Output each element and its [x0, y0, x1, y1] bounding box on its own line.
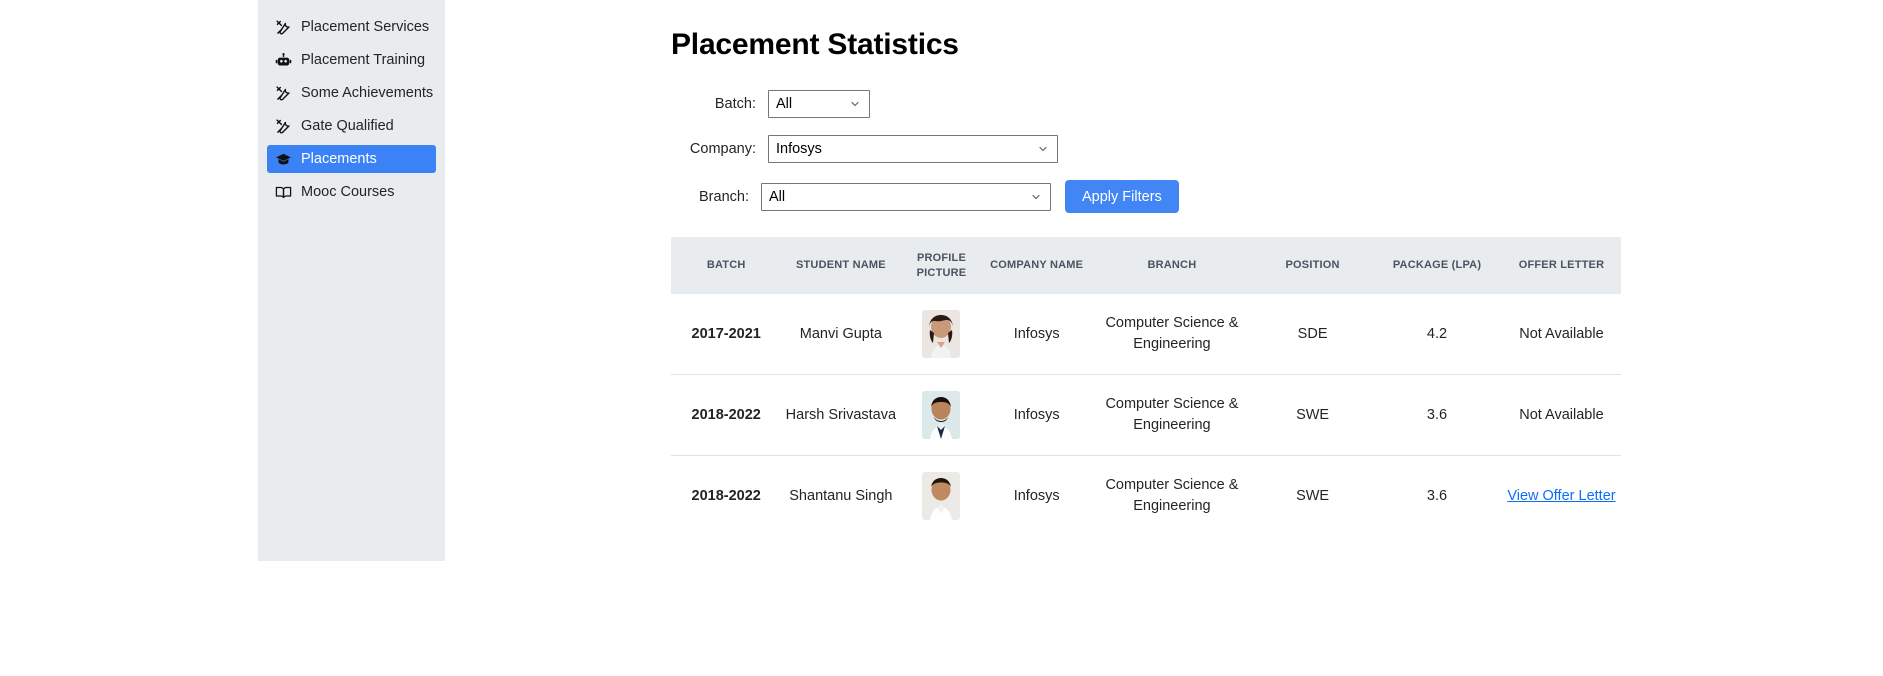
robot-icon: [275, 52, 292, 69]
chevron-down-icon: [1030, 191, 1042, 203]
placements-table: BATCH STUDENT NAME PROFILE PICTURE COMPA…: [671, 237, 1621, 536]
table-header: BATCH STUDENT NAME PROFILE PICTURE COMPA…: [671, 237, 1621, 295]
filter-row-batch: Batch: All: [671, 90, 1883, 118]
book-icon: [275, 184, 292, 201]
sidebar-item-placements[interactable]: Placements: [267, 145, 436, 173]
header-student-name: STUDENT NAME: [781, 237, 901, 295]
filter-panel: Batch: All Company: Infosys Branch: All …: [671, 90, 1883, 213]
cell-package: 3.6: [1426, 487, 1448, 504]
cell-company-name: Infosys: [1013, 487, 1060, 504]
header-offer-letter: OFFER LETTER: [1501, 237, 1621, 295]
table-body: 2017-2021 Manvi Gupta Infosys Computer S…: [671, 294, 1621, 536]
branch-select-value: All: [769, 188, 786, 205]
header-branch: BRANCH: [1090, 237, 1254, 295]
cell-profile-picture: [900, 456, 982, 537]
page-title: Placement Statistics: [671, 28, 959, 61]
cell-package: 4.2: [1372, 294, 1502, 376]
cell-student-name: Shantanu Singh: [789, 487, 893, 504]
cell-offer-letter: Not Available: [1501, 374, 1621, 457]
sidebar-item-mooc-courses[interactable]: Mooc Courses: [267, 178, 436, 206]
sidebar-item-label: Some Achievements: [301, 84, 434, 101]
header-package: PACKAGE (LPA): [1372, 237, 1502, 295]
chevron-down-icon: [849, 98, 861, 110]
sidebar-item-placement-training[interactable]: Placement Training: [267, 46, 436, 74]
sidebar-item-some-achievements[interactable]: Some Achievements: [267, 79, 436, 107]
placements-table-wrap: BATCH STUDENT NAME PROFILE PICTURE COMPA…: [671, 237, 1621, 536]
sidebar-item-label: Placement Training: [301, 51, 426, 68]
filter-row-company: Company: Infosys: [671, 135, 1883, 163]
batch-select[interactable]: All: [768, 90, 870, 118]
cell-package: 3.6: [1372, 374, 1502, 457]
sidebar: Placement Services Placement Training So…: [258, 0, 445, 561]
branch-label: Branch:: [699, 188, 749, 205]
sidebar-item-label: Gate Qualified: [301, 117, 394, 134]
tools-icon: [275, 19, 292, 36]
table-row: 2017-2021 Manvi Gupta Infosys Computer S…: [671, 294, 1621, 376]
header-batch: BATCH: [671, 237, 782, 295]
cell-company-name: Infosys: [982, 294, 1091, 376]
cell-company-name: Infosys: [982, 374, 1091, 457]
cell-offer-letter: Not Available: [1501, 294, 1621, 376]
avatar: [922, 310, 961, 359]
company-select[interactable]: Infosys: [768, 135, 1058, 163]
sidebar-item-placement-services[interactable]: Placement Services: [267, 13, 436, 41]
cell-batch: 2018-2022: [671, 374, 782, 457]
filter-row-branch: Branch: All Apply Filters: [671, 180, 1883, 213]
cell-branch: Computer Science & Engineering: [1090, 294, 1254, 376]
left-gutter: [0, 0, 258, 676]
cell-student-name: Harsh Srivastava: [781, 374, 901, 457]
app-window: Placement Services Placement Training So…: [0, 0, 1883, 676]
cell-position: SWE: [1253, 374, 1373, 457]
chevron-down-icon: [1037, 143, 1049, 155]
table-row: 2018-2022 Harsh Srivastava Infosys Compu…: [671, 374, 1621, 457]
avatar: [922, 391, 961, 440]
cell-batch: 2018-2022: [691, 487, 761, 504]
batch-label: Batch:: [714, 96, 756, 112]
sidebar-item-label: Placements: [301, 150, 377, 167]
cell-offer-letter: View Offer Letter: [1502, 456, 1621, 537]
sidebar-item-label: Placement Services: [301, 18, 430, 35]
avatar: [922, 472, 961, 521]
header-profile-picture: PROFILE PICTURE: [900, 237, 983, 295]
branch-select[interactable]: All: [761, 182, 1051, 211]
table-row: 2018-2022 Shantanu Singh Infosys Compute…: [671, 456, 1621, 537]
tools-icon: [275, 85, 292, 102]
tools-icon: [275, 118, 292, 135]
cell-position: SWE: [1296, 487, 1330, 504]
main-content: Placement Statistics Batch: All Company:…: [445, 0, 1883, 676]
cell-student-name: Manvi Gupta: [781, 294, 901, 376]
sidebar-item-label: Mooc Courses: [301, 183, 395, 200]
apply-filters-button[interactable]: Apply Filters: [1065, 180, 1179, 213]
cell-batch: 2017-2021: [671, 294, 782, 376]
cell-profile-picture: [900, 294, 983, 376]
company-label: Company:: [689, 141, 756, 157]
sidebar-item-gate-qualified[interactable]: Gate Qualified: [267, 112, 436, 140]
view-offer-letter-link[interactable]: View Offer Letter: [1507, 488, 1615, 504]
graduation-cap-icon: [275, 151, 292, 168]
cell-position: SDE: [1253, 294, 1373, 376]
batch-select-value: All: [776, 96, 793, 112]
cell-profile-picture: [900, 374, 983, 457]
header-company-name: COMPANY NAME: [982, 237, 1091, 295]
header-position: POSITION: [1253, 237, 1373, 295]
cell-branch: Computer Science & Engineering: [1105, 477, 1239, 515]
company-select-value: Infosys: [776, 141, 822, 157]
table-header-row: BATCH STUDENT NAME PROFILE PICTURE COMPA…: [671, 237, 1621, 295]
cell-branch: Computer Science & Engineering: [1090, 374, 1254, 457]
